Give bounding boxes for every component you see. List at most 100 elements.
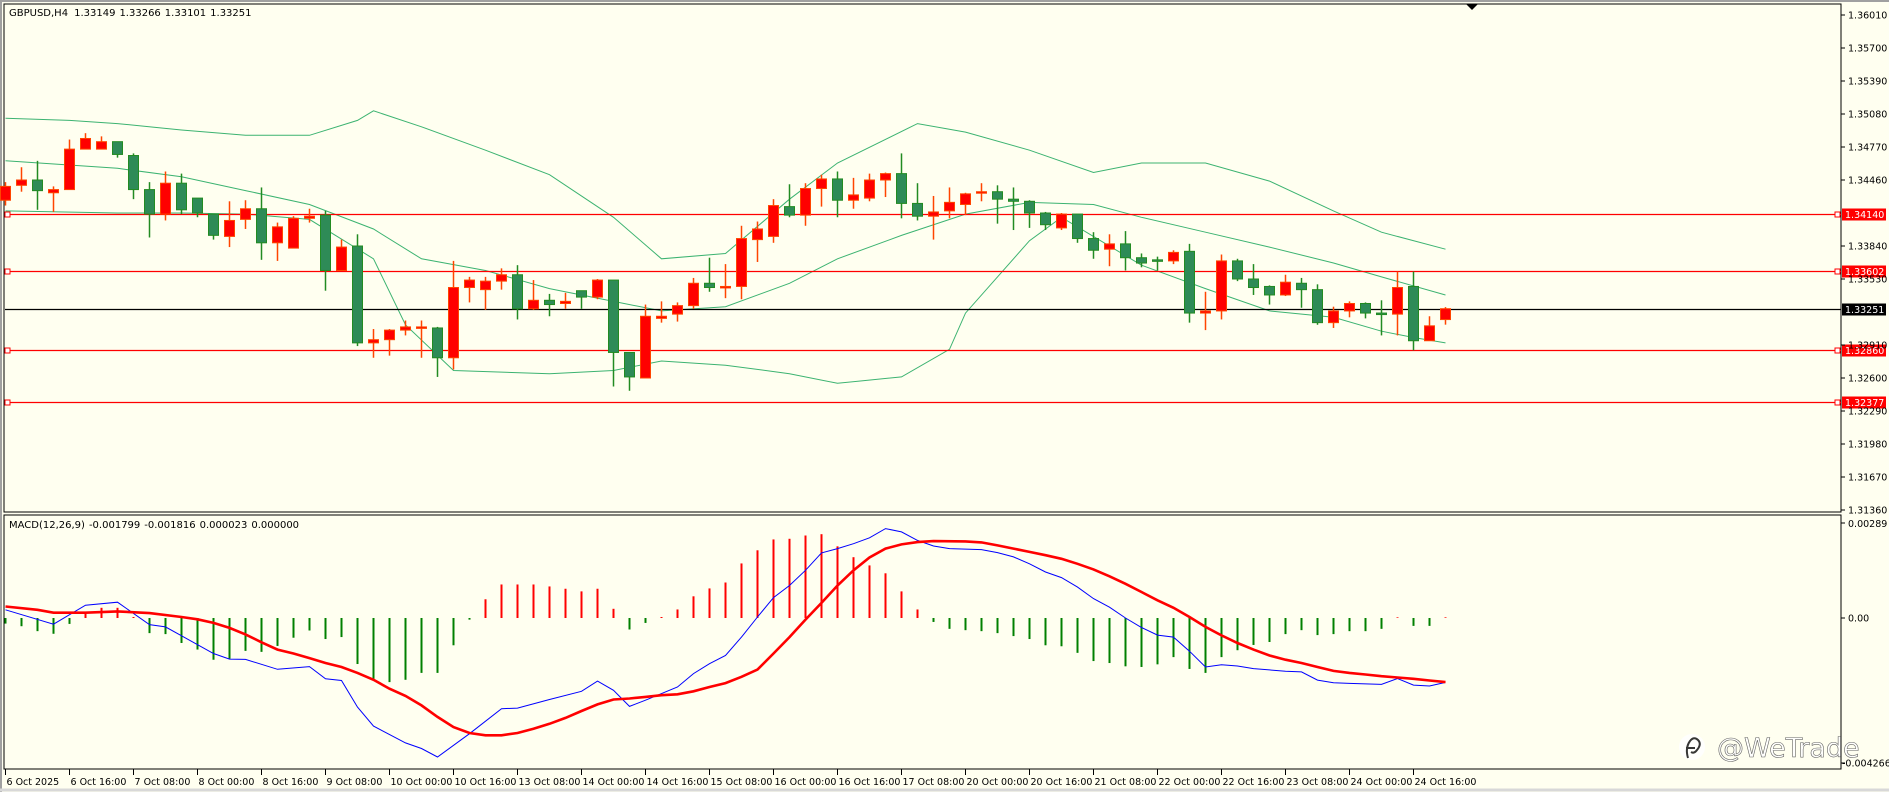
time-tick-label: 6 Oct 16:00 [71,777,127,788]
time-tick-label: 20 Oct 16:00 [1031,777,1093,788]
candle-body [16,179,27,186]
candle-body [800,188,811,216]
candle-body [224,219,235,237]
candle-body [400,326,411,331]
candle-body [688,282,699,307]
candle-body [672,305,683,315]
candle-body [112,141,123,155]
candle-body [1040,212,1051,226]
candle-body [96,141,107,150]
candle-body [608,279,619,353]
macd-main-value: -0.001799 [89,520,140,531]
candle-body [832,178,843,201]
time-tick-label: 17 Oct 08:00 [903,777,965,788]
candle-body [1248,278,1259,289]
bullish-candle [288,216,299,249]
candle-body [1232,260,1243,280]
candle-body [192,197,203,214]
macd-extra-value: 0.000000 [251,520,299,531]
candle-body [80,137,91,150]
price-tick-label: 1.34460 [1848,176,1887,187]
bearish-candle [1184,243,1195,323]
candle-body [0,185,11,201]
candle-body [160,182,171,215]
candle-body [976,191,987,194]
candle-body [1264,285,1275,296]
time-tick-label: 16 Oct 16:00 [839,777,901,788]
candle-body [640,315,651,379]
candle-body [320,214,331,271]
candle-body [128,155,139,191]
candle-body [1440,308,1451,321]
time-tick-label: 16 Oct 00:00 [775,777,837,788]
bearish-candle [352,234,363,347]
macd-tick-label: 0.00 [1848,614,1869,625]
candle-body [704,282,715,289]
macd-osma-value: 0.000023 [200,520,248,531]
time-tick-label: 20 Oct 00:00 [967,777,1029,788]
price-tick-label: 1.31360 [1848,506,1887,517]
candle-body [1360,302,1371,314]
candle-body [240,208,251,220]
time-tick-label: 23 Oct 08:00 [1287,777,1349,788]
candle-body [208,213,219,236]
candle-body [912,202,923,217]
candle-body [1424,325,1435,342]
candle-body [528,299,539,310]
time-tick-label: 9 Oct 08:00 [327,777,383,788]
legend-high: 1.33266 [119,8,160,19]
candle-body [48,189,59,194]
chart-window[interactable]: 1.341401.336021.332511.328601.32377 1.36… [0,0,1889,792]
candle-body [720,285,731,289]
candle-body [544,299,555,306]
candle-body [1072,213,1083,240]
level-right-anchor-icon [1834,211,1841,218]
price-tick-label: 1.35700 [1848,44,1887,55]
candle-body [432,327,443,359]
macd-name: MACD(12,26,9) [9,520,85,531]
bearish-candle [1072,213,1083,243]
candle-body [896,173,907,204]
candle-body [1152,259,1163,262]
level-left-anchor-icon [4,211,11,218]
bullish-candle [592,279,603,300]
candle-body [1392,287,1403,315]
level-left-anchor-icon [4,399,11,406]
level-right-anchor-icon [1834,268,1841,275]
time-tick-label: 22 Oct 16:00 [1223,777,1285,788]
bullish-candle [1056,213,1067,231]
time-tick-label: 14 Oct 00:00 [583,777,645,788]
candle-body [768,205,779,237]
macd-signal-value: -0.001816 [144,520,195,531]
time-tick-label: 14 Oct 16:00 [647,777,709,788]
bearish-candle [208,213,219,240]
candle-body [928,211,939,217]
level-left-anchor-icon [4,268,11,275]
level-right-anchor-icon [1834,347,1841,354]
bearish-candle [1312,284,1323,325]
candle-body [1184,250,1195,314]
time-tick-label: 22 Oct 00:00 [1159,777,1221,788]
time-tick-label: 6 Oct 2025 [7,777,60,788]
watermark-text: @WeTrade [1717,733,1860,764]
level-price-label: 1.33251 [1845,305,1884,316]
candle-body [144,189,155,215]
candle-body [992,191,1003,200]
candle-body [1312,289,1323,324]
candle-body [784,206,795,216]
candle-body [816,178,827,190]
candle-body [752,228,763,241]
price-tick-label: 1.36010 [1848,11,1887,22]
legend-low: 1.33101 [165,8,206,19]
candle-body [368,339,379,344]
candle-body [448,287,459,359]
candle-body [416,326,427,329]
candle-body [624,351,635,378]
bearish-candle [1232,258,1243,282]
candle-body [496,274,507,282]
candle-body [32,179,43,192]
candle-body [880,173,891,181]
candle-body [560,300,571,304]
candle-body [592,279,603,298]
candle-body [336,246,347,271]
